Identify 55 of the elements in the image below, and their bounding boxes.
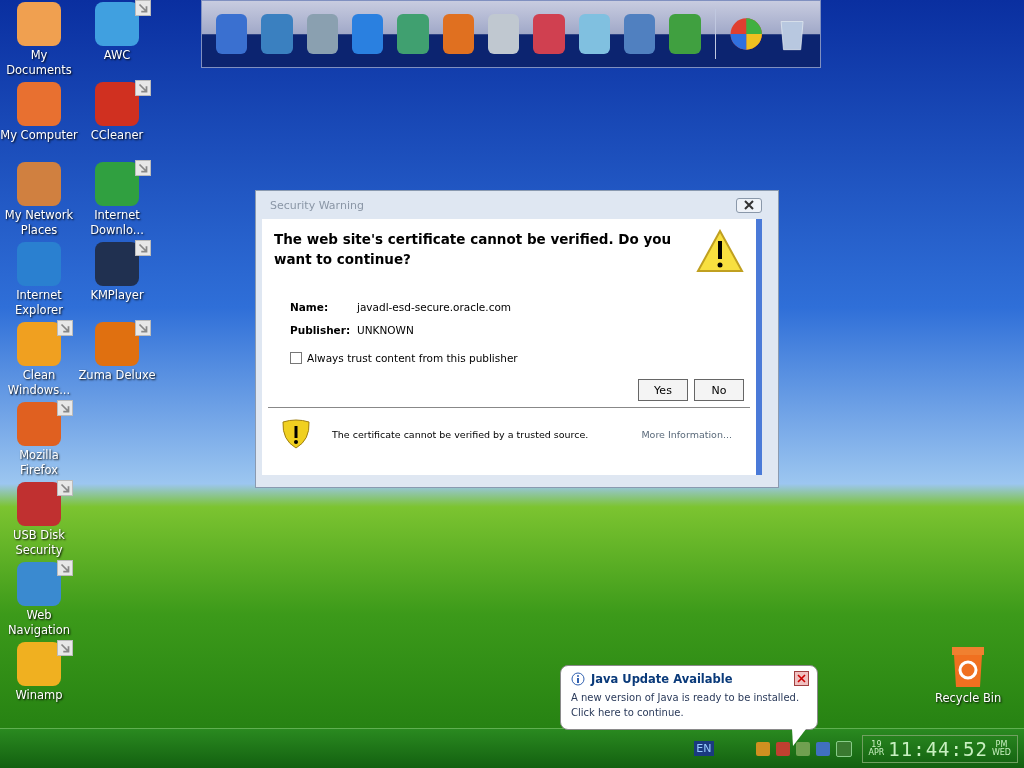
icon-label[interactable]: Recycle Bin xyxy=(935,691,1002,706)
icon-label[interactable]: Zuma Deluxe xyxy=(78,368,156,383)
tray-icon[interactable] xyxy=(795,741,810,756)
dialog-heading: The web site's certificate cannot be verified. Do you want to continue? xyxy=(274,230,673,269)
app-icon[interactable] xyxy=(487,14,520,54)
app-icon[interactable] xyxy=(306,14,338,54)
am-pm: PM xyxy=(995,740,1008,749)
close-button[interactable] xyxy=(736,197,762,213)
close-icon xyxy=(797,674,806,683)
icon-label[interactable]: My Documents xyxy=(0,48,78,78)
balloon-pointer xyxy=(792,729,808,747)
field-value: UNKNOWN xyxy=(357,324,415,336)
app-icon[interactable] xyxy=(95,82,139,126)
icon-label[interactable]: My Computer xyxy=(0,128,78,143)
app-icon[interactable] xyxy=(442,14,474,54)
icon-label[interactable]: Clean Windows... xyxy=(0,368,78,398)
balloon-message: A new version of Java is ready to be installed. Click here to continue. xyxy=(571,691,801,720)
app-icon[interactable] xyxy=(578,14,610,54)
field-label: Publisher: xyxy=(290,324,352,336)
field-label: Name: xyxy=(290,301,330,313)
clock-time: 11:44:52 xyxy=(888,737,988,760)
date-day: 19 xyxy=(871,740,882,749)
more-information-link[interactable]: More Information... xyxy=(641,428,732,440)
footer-text: The certificate cannot be verified by a trusted source. xyxy=(332,428,590,440)
shield-warning-icon xyxy=(280,418,312,450)
app-icon[interactable] xyxy=(623,14,656,54)
language-indicator[interactable]: EN xyxy=(694,741,714,756)
no-button[interactable]: No xyxy=(694,379,744,401)
window-title: Security Warning xyxy=(269,198,364,212)
icon-label[interactable]: My Network Places xyxy=(0,208,78,238)
icon-label[interactable]: Internet Downlo... xyxy=(78,208,156,238)
tray-icon[interactable] xyxy=(835,740,852,757)
field-value: javadl-esd-secure.oracle.com xyxy=(357,301,513,313)
icon-label[interactable]: Web Navigation xyxy=(0,608,78,638)
icon-label[interactable]: KMPlayer xyxy=(90,288,144,303)
checkbox[interactable] xyxy=(290,352,302,364)
app-icon[interactable] xyxy=(216,14,248,54)
icon-label[interactable]: Winamp xyxy=(15,688,63,703)
date-month: APR xyxy=(868,748,885,757)
yes-button[interactable]: Yes xyxy=(638,379,688,401)
balloon-title: Java Update Available xyxy=(591,671,734,686)
app-icon[interactable] xyxy=(17,2,61,46)
notification-balloon[interactable]: Java Update Available A new version of Java is ready to be installed. Click here to continue. xyxy=(560,665,818,730)
icon-label[interactable]: Internet Explorer xyxy=(0,288,78,318)
weekday: WED xyxy=(991,748,1011,757)
close-icon xyxy=(743,200,755,210)
checkbox-label[interactable]: Always trust content from this publisher xyxy=(307,352,518,364)
info-icon xyxy=(571,671,585,686)
icon-label[interactable]: CCleaner xyxy=(90,128,144,143)
app-icon[interactable] xyxy=(95,242,139,286)
icon-label[interactable]: AWC xyxy=(103,48,131,63)
app-icon[interactable] xyxy=(17,482,61,526)
tray-icon[interactable] xyxy=(755,741,770,756)
warning-icon xyxy=(696,229,744,273)
app-icon[interactable] xyxy=(352,14,384,54)
